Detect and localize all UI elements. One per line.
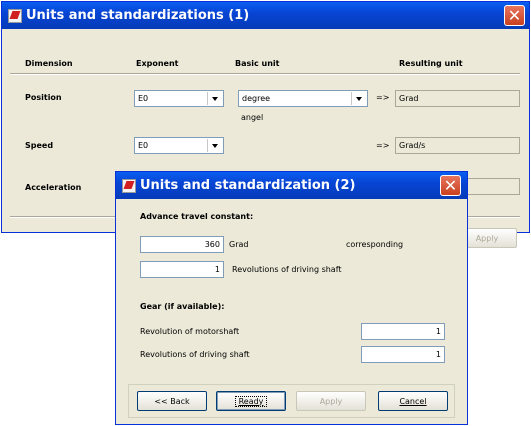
header-exponent: Exponent — [136, 59, 179, 68]
motorshaft-input[interactable]: 1 — [361, 323, 445, 340]
motorshaft-label: Revolution of motorshaft — [140, 327, 240, 336]
position-arrow: => — [376, 93, 390, 102]
driving-shaft-input[interactable]: 1 — [361, 346, 445, 363]
header-resulting-unit: Resulting unit — [399, 59, 463, 68]
driving-shaft-label: Revolutions of driving shaft — [140, 350, 250, 359]
window-1-close-button[interactable]: ✕ — [504, 5, 525, 26]
travel-constant-input[interactable]: 360 — [140, 236, 224, 253]
gear-heading: Gear (if available): — [140, 302, 225, 311]
speed-exponent-select[interactable]: E0 — [134, 137, 224, 154]
position-result-field: Grad — [395, 90, 520, 107]
speed-arrow: => — [376, 141, 390, 150]
speed-result-field: Grad/s — [395, 137, 520, 154]
apply-button[interactable]: Apply — [296, 391, 366, 411]
chevron-down-icon[interactable] — [207, 92, 222, 105]
position-label: Position — [25, 93, 62, 102]
corresponding-label: corresponding — [346, 240, 404, 249]
header-basic-unit: Basic unit — [235, 59, 280, 68]
app-icon — [8, 8, 22, 23]
window-2-close-button[interactable]: ✕ — [440, 175, 461, 196]
position-result-value: Grad — [399, 94, 419, 103]
header-separator — [10, 73, 520, 75]
app-icon — [122, 178, 136, 193]
position-exponent-select[interactable]: E0 — [134, 90, 224, 107]
position-basic-unit-select[interactable]: degree — [238, 90, 368, 107]
window-1-titlebar[interactable]: Units and standardizations (1) ✕ — [2, 2, 529, 29]
travel-unit: Grad — [229, 240, 249, 249]
window-2-titlebar[interactable]: Units and standardization (2) ✕ — [116, 172, 467, 199]
speed-result-value: Grad/s — [399, 141, 426, 150]
cancel-button[interactable]: Cancel — [378, 391, 448, 411]
position-exponent-value: E0 — [138, 94, 149, 103]
units-window-2: Units and standardization (2) ✕ Advance … — [115, 171, 468, 425]
window-2-title: Units and standardization (2) — [140, 178, 356, 193]
travel-heading: Advance travel constant: — [140, 212, 254, 221]
position-unit-note: angel — [241, 113, 264, 122]
ready-button[interactable]: Ready — [216, 391, 286, 411]
acceleration-label: Acceleration — [25, 183, 82, 192]
header-dimension: Dimension — [25, 59, 73, 68]
revolutions-label: Revolutions of driving shaft — [232, 265, 342, 274]
position-basic-unit-value: degree — [242, 94, 271, 103]
back-button[interactable]: << Back — [137, 391, 207, 411]
window-1-title: Units and standardizations (1) — [26, 8, 250, 23]
speed-label: Speed — [25, 141, 54, 150]
chevron-down-icon[interactable] — [207, 139, 222, 152]
chevron-down-icon[interactable] — [351, 92, 366, 105]
revolutions-input[interactable]: 1 — [140, 261, 224, 278]
speed-exponent-value: E0 — [138, 141, 149, 150]
